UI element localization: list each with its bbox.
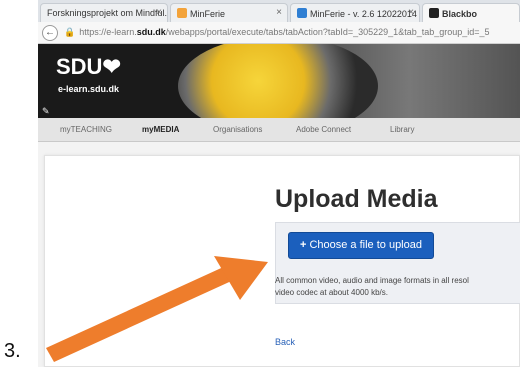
browser-tab[interactable]: Forskningsprojekt om Mindful... × <box>40 3 168 22</box>
close-icon[interactable]: × <box>156 7 162 18</box>
site-subtitle: e-learn.sdu.dk <box>58 84 120 94</box>
tab-strip: Forskningsprojekt om Mindful... × MinFer… <box>38 0 520 22</box>
info-line: All common video, audio and image format… <box>275 276 469 285</box>
pencil-icon[interactable]: ✎ <box>42 106 50 117</box>
url-field[interactable]: 🔒 https://e-learn.sdu.dk/webapps/portal/e… <box>64 27 490 38</box>
back-arrow-icon[interactable]: ← <box>42 25 58 41</box>
close-icon[interactable]: × <box>276 7 282 18</box>
browser-window: Forskningsprojekt om Mindful... × MinFer… <box>38 0 520 367</box>
nav-item-library[interactable]: Library <box>390 125 414 134</box>
minferie-favicon-icon <box>177 8 187 18</box>
nav-item-myteaching[interactable]: myTEACHING <box>60 125 112 134</box>
main-nav: myTEACHING myMEDIA Organisations Adobe C… <box>38 118 520 142</box>
nav-item-organisations[interactable]: Organisations <box>213 125 262 134</box>
minferie-app-favicon-icon <box>297 8 307 18</box>
address-bar: ← 🔒 https://e-learn.sdu.dk/webapps/portal… <box>38 22 520 44</box>
tab-label: Blackbo <box>442 9 478 19</box>
tab-label: MinFerie <box>190 9 226 19</box>
info-line: video codec at about 4000 kb/s. <box>275 288 388 297</box>
step-number: 3. <box>4 340 21 362</box>
blackboard-favicon-icon <box>429 8 439 18</box>
back-link[interactable]: Back <box>275 337 295 347</box>
site-banner: SDU❤ e-learn.sdu.dk ✎ <box>38 44 520 118</box>
tab-label: Forskningsprojekt om Mindful... <box>47 8 168 18</box>
nav-item-adobe-connect[interactable]: Adobe Connect <box>296 125 351 134</box>
browser-tab[interactable]: MinFerie × <box>170 3 288 22</box>
sdu-logo[interactable]: SDU❤ <box>56 54 121 80</box>
choose-file-button[interactable]: + Choose a file to upload <box>288 232 434 259</box>
screenshot-stage: 3. Forskningsprojekt om Mindful... × Min… <box>0 0 520 367</box>
browser-tab[interactable]: MinFerie - v. 2.6 12022014 × <box>290 3 420 22</box>
close-icon[interactable]: × <box>408 7 414 18</box>
lock-icon: 🔒 <box>64 27 76 37</box>
plus-icon: + <box>300 239 307 251</box>
nav-item-mymedia[interactable]: myMEDIA <box>142 125 179 134</box>
browser-tab-active[interactable]: Blackbo <box>422 3 520 22</box>
page-title: Upload Media <box>275 185 438 213</box>
upload-info-text: All common video, audio and image format… <box>275 275 520 299</box>
tab-label: MinFerie - v. 2.6 12022014 <box>310 9 417 19</box>
banner-photo <box>178 44 378 118</box>
